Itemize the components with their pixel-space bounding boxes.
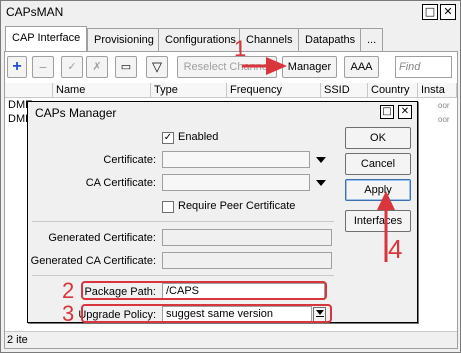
arrow-1-icon bbox=[242, 57, 287, 75]
annotation-arrows bbox=[242, 57, 395, 262]
arrow-4-icon bbox=[377, 191, 395, 262]
